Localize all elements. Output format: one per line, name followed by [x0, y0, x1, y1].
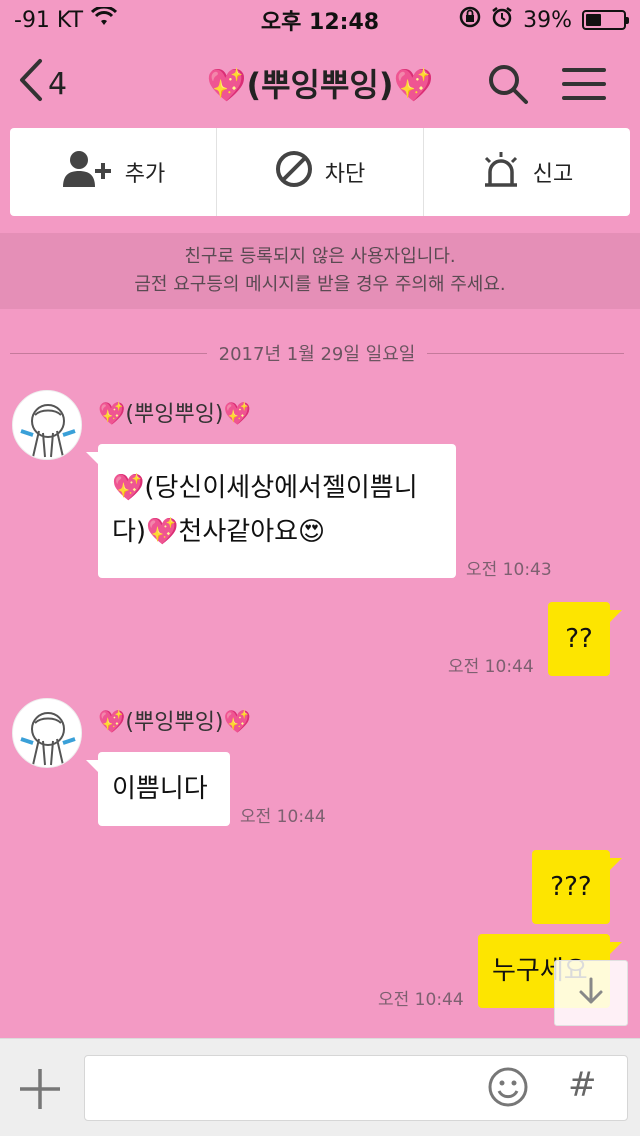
divider-line: [10, 352, 207, 354]
chat-title: 💖(뿌잉뿌잉)💖: [206, 66, 434, 104]
add-friend-button[interactable]: 추가: [10, 128, 217, 216]
sender-name: 💖(뿌잉뿌잉)💖: [98, 710, 251, 735]
battery-icon: [582, 10, 629, 30]
block-label: 차단: [324, 162, 366, 187]
scroll-to-bottom-button[interactable]: [554, 960, 628, 1026]
message-text: ???: [550, 872, 592, 902]
message-text: 이쁨니다: [112, 774, 208, 804]
message-bubble[interactable]: ???: [532, 850, 622, 924]
smiley-icon: [488, 1067, 528, 1107]
carrier-label: -91 KT: [14, 7, 84, 33]
date-divider: 2017년 1월 29일 일요일: [10, 340, 625, 366]
battery-percent: 39%: [523, 7, 572, 33]
search-button[interactable]: [486, 62, 530, 110]
chat-header: 4 💖(뿌잉뿌잉)💖: [0, 40, 640, 126]
message-bubble[interactable]: ??: [548, 602, 622, 676]
avatar[interactable]: [12, 390, 82, 460]
block-button[interactable]: 차단: [217, 128, 424, 216]
message-bubble[interactable]: 💖(당신이세상에서젤이쁨니 다)💖천사같아요😍: [86, 444, 456, 578]
emoticon-button[interactable]: [487, 1066, 529, 1112]
siren-icon: [481, 150, 521, 194]
date-label: 2017년 1월 29일 일요일: [218, 344, 416, 365]
unknown-user-warning: 친구로 등록되지 않은 사용자입니다. 금전 요구등의 메시지를 받을 경우 주…: [0, 233, 640, 309]
block-icon: [275, 150, 313, 194]
alarm-icon: [491, 6, 513, 34]
message-time: 오전 10:44: [240, 807, 326, 827]
warning-line-1: 친구로 등록되지 않은 사용자입니다.: [184, 246, 456, 267]
warning-line-2: 금전 요구등의 메시지를 받을 경우 주의해 주세요.: [134, 274, 506, 295]
sender-name: 💖(뿌잉뿌잉)💖: [98, 402, 251, 427]
status-bar: -91 KT 오후 12:48 39%: [0, 0, 640, 40]
add-friend-label: 추가: [124, 162, 166, 187]
chevron-left-icon: [18, 58, 44, 110]
action-bar: 추가 차단 신고: [10, 128, 630, 216]
hashtag-search-button[interactable]: #: [568, 1065, 597, 1105]
divider-line: [427, 352, 625, 354]
avatar-image: [20, 404, 76, 458]
unread-count: 4: [48, 66, 68, 102]
add-user-icon: [61, 149, 113, 195]
message-text-line: 다)💖천사같아요😍: [112, 517, 326, 547]
search-icon: [486, 65, 530, 110]
report-label: 신고: [532, 162, 574, 187]
wifi-icon: [91, 5, 118, 33]
menu-button[interactable]: [562, 66, 606, 106]
message-time: 오전 10:44: [378, 990, 464, 1010]
plus-icon: [18, 1069, 62, 1115]
message-bubble[interactable]: 이쁨니다: [86, 752, 230, 826]
message-input-bar: #: [0, 1038, 640, 1136]
attach-button[interactable]: [18, 1067, 62, 1115]
message-input-field[interactable]: [84, 1055, 628, 1121]
message-input[interactable]: [97, 1056, 477, 1116]
back-button[interactable]: 4: [18, 58, 67, 110]
arrow-down-icon: [576, 976, 606, 1010]
message-text-line: 💖(당신이세상에서젤이쁨니: [112, 473, 418, 503]
avatar[interactable]: [12, 698, 82, 768]
hamburger-menu-icon: [562, 68, 606, 106]
message-time: 오전 10:44: [448, 657, 534, 677]
avatar-image: [20, 712, 76, 766]
message-text: ??: [565, 624, 593, 654]
status-time: 오후 12:48: [260, 10, 380, 35]
report-button[interactable]: 신고: [424, 128, 630, 216]
message-time: 오전 10:43: [466, 560, 552, 580]
rotation-lock-icon: [459, 6, 481, 34]
